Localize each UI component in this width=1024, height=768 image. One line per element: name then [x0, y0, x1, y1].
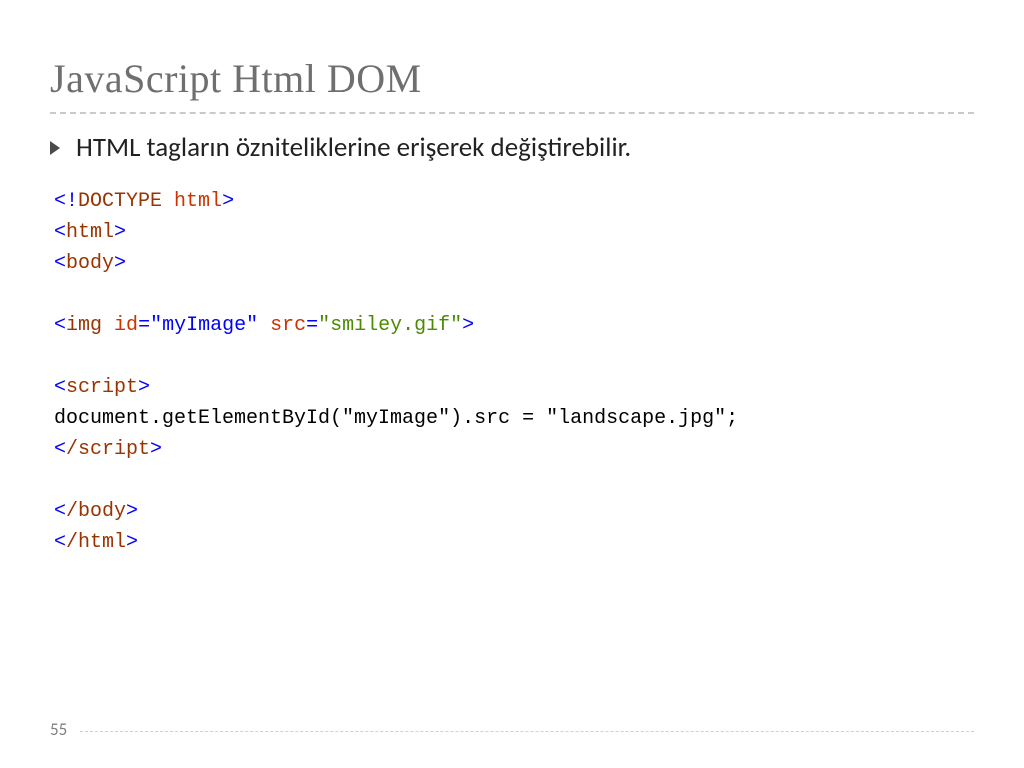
code-token: > — [462, 314, 474, 337]
bullet-text: HTML tagların özniteliklerine erişerek d… — [76, 132, 631, 164]
code-token: ="myImage" — [138, 314, 258, 337]
code-token: < — [54, 221, 66, 244]
code-token: = — [306, 314, 318, 337]
code-token: > — [114, 252, 126, 275]
code-token: < — [54, 500, 66, 523]
code-token: > — [150, 438, 162, 461]
code-token: img — [66, 314, 102, 337]
code-block: <!DOCTYPE html> <html> <body> <img id="m… — [50, 186, 974, 558]
code-token: html — [174, 190, 222, 213]
bullet-triangle-icon — [50, 141, 60, 155]
code-token: body — [66, 252, 114, 275]
code-token: > — [222, 190, 234, 213]
code-token — [258, 314, 270, 337]
code-token: > — [126, 531, 138, 554]
code-token: < — [54, 252, 66, 275]
slide-title: JavaScript Html DOM — [50, 55, 974, 102]
title-divider — [50, 112, 974, 114]
code-token: < — [54, 314, 66, 337]
code-token: < — [54, 376, 66, 399]
code-token: html — [66, 221, 114, 244]
code-token: src — [270, 314, 306, 337]
code-token: "smiley.gif" — [318, 314, 462, 337]
code-token: id — [114, 314, 138, 337]
bullet-item: HTML tagların özniteliklerine erişerek d… — [50, 132, 974, 164]
code-token — [102, 314, 114, 337]
footer-divider — [80, 731, 974, 732]
code-token: /html — [66, 531, 126, 554]
code-token — [162, 190, 174, 213]
code-token: document.getElementById("myImage").src =… — [54, 407, 738, 430]
code-token: < — [54, 438, 66, 461]
code-token: > — [138, 376, 150, 399]
code-token: > — [126, 500, 138, 523]
code-token: < — [54, 531, 66, 554]
code-token: > — [114, 221, 126, 244]
code-token: script — [66, 376, 138, 399]
code-token: /script — [66, 438, 150, 461]
page-number: 55 — [50, 719, 67, 740]
code-token: <! — [54, 190, 78, 213]
code-token: /body — [66, 500, 126, 523]
code-token: DOCTYPE — [78, 190, 162, 213]
slide: JavaScript Html DOM HTML tagların öznite… — [0, 0, 1024, 768]
